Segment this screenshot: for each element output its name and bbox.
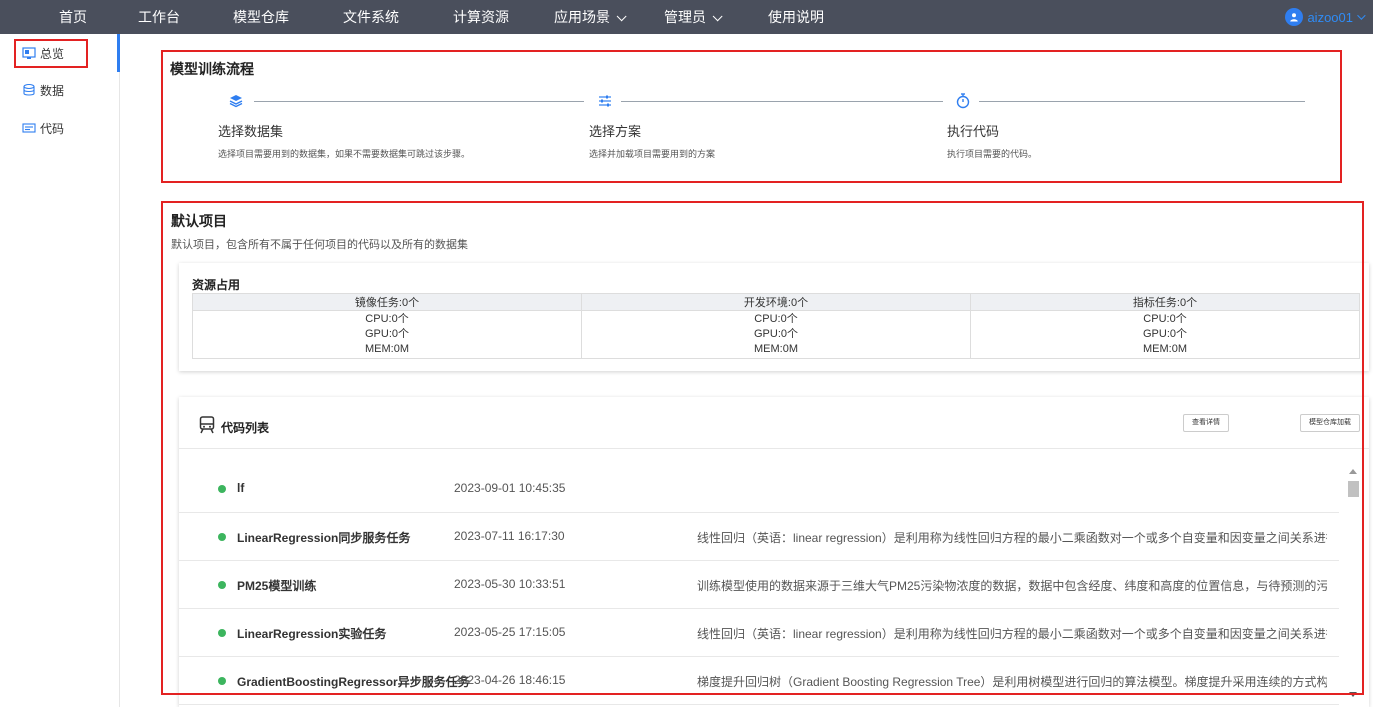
code-desc: 线性回归（英语：linear regression）是利用称为线性回归方程的最小… <box>697 531 1327 545</box>
project-title: 默认项目 <box>171 213 227 229</box>
resource-gpu: GPU:0个 <box>753 328 798 340</box>
step-select-plan-title: 选择方案 <box>589 124 642 139</box>
resource-mem: MEM:0M <box>754 343 798 355</box>
code-time: 2023-05-25 17:15:05 <box>454 625 566 639</box>
scrollbar-thumb[interactable] <box>1348 481 1359 497</box>
code-icon <box>22 121 36 135</box>
status-dot-icon <box>218 629 226 637</box>
status-dot-icon <box>218 581 226 589</box>
resource-cell: CPU:0个 GPU:0个 MEM:0M <box>581 310 971 359</box>
code-time: 2023-07-11 16:17:30 <box>454 529 565 543</box>
scroll-up-icon[interactable] <box>1349 469 1357 474</box>
sidebar-item-label: 代码 <box>40 121 65 136</box>
database-icon <box>22 83 36 97</box>
sidebar-item-data[interactable]: 数据 <box>22 80 64 100</box>
resource-usage-table: 镜像任务:0个 开发环境:0个 指标任务:0个 CPU:0个 GPU:0个 ME… <box>192 293 1360 359</box>
resource-gpu: GPU:0个 <box>364 328 409 340</box>
resource-cell: CPU:0个 GPU:0个 MEM:0M <box>970 310 1360 359</box>
workflow-title: 模型训练流程 <box>170 61 254 77</box>
resource-column-header: 镜像任务:0个 <box>192 293 582 311</box>
user-menu[interactable]: aizoo01 <box>1285 0 1366 34</box>
view-details-button[interactable]: 查看详情 <box>1183 414 1229 432</box>
overview-icon <box>22 46 36 60</box>
code-time: 2023-09-01 10:45:35 <box>454 481 566 495</box>
sidebar-item-label: 数据 <box>40 83 65 98</box>
status-dot-icon <box>218 533 226 541</box>
sidebar-item-overview[interactable]: 总览 <box>22 43 64 63</box>
table-row[interactable]: LinearRegression实验任务 2023-05-25 17:15:05… <box>179 609 1339 657</box>
code-list-scrollbar[interactable] <box>1347 465 1359 697</box>
nav-scenarios-label: 应用场景 <box>554 9 610 25</box>
workflow-panel: 模型训练流程 选择数据集 选择项目需要用到的数据集，如果不需要数据集可跳过该步骤… <box>146 45 1341 187</box>
nav-home[interactable]: 首页 <box>59 0 87 34</box>
nav-workbench[interactable]: 工作台 <box>138 0 180 34</box>
user-name: aizoo01 <box>1307 9 1353 25</box>
stopwatch-icon <box>955 92 971 109</box>
code-desc: 训练模型使用的数据来源于三维大气PM25污染物浓度的数据，数据中包含经度、纬度和… <box>697 579 1327 593</box>
code-name: GradientBoostingRegressor异步服务任务 <box>237 675 470 689</box>
load-from-repo-button[interactable]: 模型仓库加载 <box>1300 414 1360 432</box>
chevron-down-icon <box>712 11 723 22</box>
workflow-connector <box>621 101 943 102</box>
chevron-down-icon <box>616 11 627 22</box>
project-subtitle: 默认项目，包含所有不属于任何项目的代码以及所有的数据集 <box>171 239 468 251</box>
nav-admin[interactable]: 管理员 <box>664 0 723 34</box>
nav-file-system[interactable]: 文件系统 <box>343 0 399 34</box>
code-desc: 线性回归（英语：linear regression）是利用称为线性回归方程的最小… <box>697 627 1327 641</box>
resource-cpu: CPU:0个 <box>1143 313 1187 325</box>
nav-help[interactable]: 使用说明 <box>768 0 824 34</box>
step-run-code-desc: 执行项目需要的代码。 <box>947 149 1038 159</box>
step-select-dataset-desc: 选择项目需要用到的数据集，如果不需要数据集可跳过该步骤。 <box>218 149 471 159</box>
resource-mem: MEM:0M <box>365 343 409 355</box>
nav-admin-label: 管理员 <box>664 9 706 25</box>
step-select-plan-desc: 选择并加载项目需要用到的方案 <box>589 149 716 159</box>
status-dot-icon <box>218 677 226 685</box>
resource-column-header: 开发环境:0个 <box>581 293 971 311</box>
sidebar: 总览 数据 代码 <box>0 34 120 707</box>
resource-cpu: CPU:0个 <box>754 313 798 325</box>
table-row[interactable]: PM25模型训练 2023-05-30 10:33:51 训练模型使用的数据来源… <box>179 561 1339 609</box>
code-time: 2023-04-26 18:46:15 <box>454 673 566 687</box>
top-nav: 首页 工作台 模型仓库 文件系统 计算资源 应用场景 管理员 使用说明 aizo… <box>0 0 1373 34</box>
code-list-header: 代码列表 查看详情 模型仓库加载 <box>179 397 1369 449</box>
code-list-card: 代码列表 查看详情 模型仓库加载 lf 2023-09-01 10:45:35 … <box>179 397 1369 707</box>
code-list-title: 代码列表 <box>221 421 270 435</box>
resource-cell: CPU:0个 GPU:0个 MEM:0M <box>192 310 582 359</box>
code-name: lf <box>237 481 245 495</box>
resource-cpu: CPU:0个 <box>365 313 409 325</box>
code-name: PM25模型训练 <box>237 579 317 593</box>
nav-compute[interactable]: 计算资源 <box>453 0 509 34</box>
code-time: 2023-05-30 10:33:51 <box>454 577 566 591</box>
table-row[interactable]: lf 2023-09-01 10:45:35 <box>179 465 1339 513</box>
status-dot-icon <box>218 485 226 493</box>
step-select-dataset-title: 选择数据集 <box>218 124 284 139</box>
code-desc: 梯度提升回归树（Gradient Boosting Regression Tre… <box>697 675 1327 689</box>
code-name: LinearRegression同步服务任务 <box>237 531 411 545</box>
step-run-code-title: 执行代码 <box>947 124 1000 139</box>
resource-usage-card: 资源占用 镜像任务:0个 开发环境:0个 指标任务:0个 CPU:0个 GPU:… <box>179 263 1369 371</box>
resource-gpu: GPU:0个 <box>1142 328 1187 340</box>
chevron-down-icon <box>1357 11 1366 20</box>
table-row[interactable]: LinearRegression同步服务任务 2023-07-11 16:17:… <box>179 513 1339 561</box>
sidebar-active-indicator <box>117 34 120 72</box>
scroll-down-icon[interactable] <box>1349 692 1357 697</box>
sliders-icon <box>597 93 613 109</box>
resource-mem: MEM:0M <box>1143 343 1187 355</box>
nav-scenarios[interactable]: 应用场景 <box>554 0 627 34</box>
sidebar-item-code[interactable]: 代码 <box>22 118 64 138</box>
workflow-connector <box>254 101 584 102</box>
table-row[interactable]: GradientBoostingRegressor异步服务任务 2023-04-… <box>179 657 1339 705</box>
layers-icon <box>228 93 244 109</box>
user-avatar-icon <box>1285 8 1304 26</box>
code-name: LinearRegression实验任务 <box>237 627 387 641</box>
resource-usage-title: 资源占用 <box>192 278 241 292</box>
workflow-connector <box>979 101 1305 102</box>
resource-column-header: 指标任务:0个 <box>970 293 1360 311</box>
nav-model-repo[interactable]: 模型仓库 <box>233 0 289 34</box>
sidebar-item-label: 总览 <box>40 46 65 61</box>
train-icon <box>199 416 215 437</box>
